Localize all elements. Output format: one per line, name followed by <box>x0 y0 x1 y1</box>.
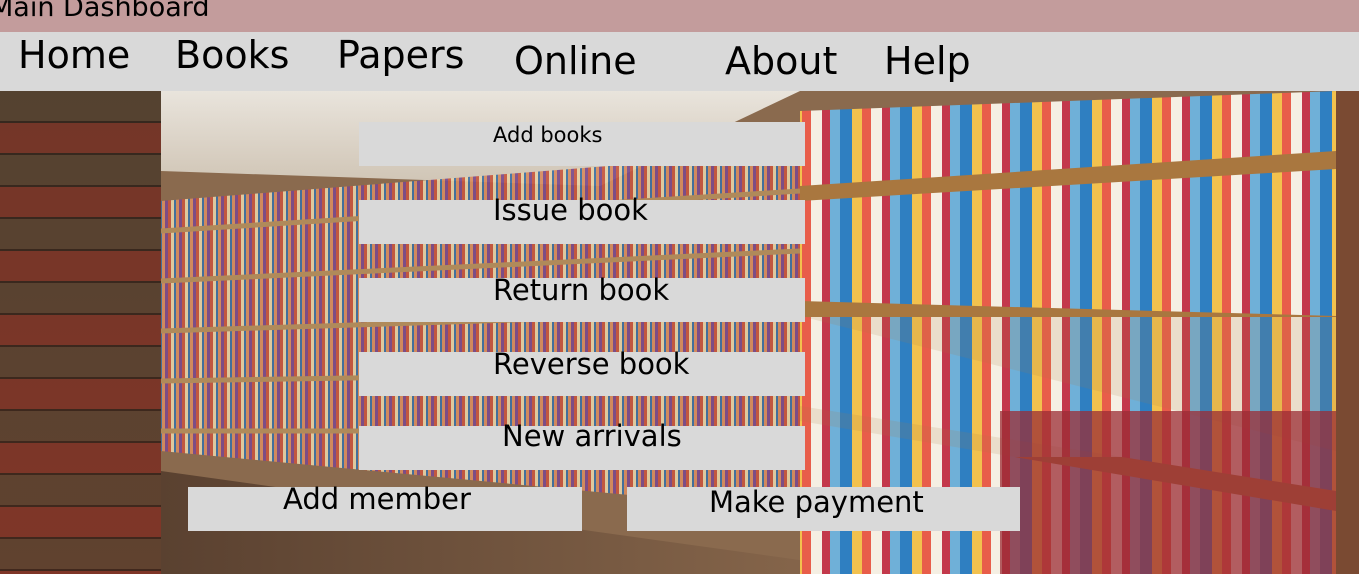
return-book-button[interactable]: Return book <box>359 273 805 322</box>
issue-book-label: Issue book <box>493 193 648 227</box>
dashboard-content: Add books Issue book Return book Reverse… <box>0 91 1359 574</box>
add-books-label: Add books <box>493 123 603 147</box>
window-title: Main Dashboard <box>0 0 210 23</box>
add-books-button[interactable]: Add books <box>359 122 805 166</box>
window-titlebar: Main Dashboard <box>0 0 1359 32</box>
nav-online[interactable]: Online <box>514 39 637 83</box>
nav-help[interactable]: Help <box>884 39 971 83</box>
nav-papers[interactable]: Papers <box>337 33 464 77</box>
return-book-label: Return book <box>493 273 670 307</box>
nav-home[interactable]: Home <box>18 33 130 77</box>
issue-book-button[interactable]: Issue book <box>359 193 805 244</box>
nav-about[interactable]: About <box>725 39 837 83</box>
new-arrivals-label: New arrivals <box>502 419 682 453</box>
new-arrivals-button[interactable]: New arrivals <box>359 419 805 470</box>
reverse-book-label: Reverse book <box>493 347 690 381</box>
main-navbar: Home Books Papers Online About Help <box>0 32 1359 91</box>
make-payment-button[interactable]: Make payment <box>627 485 1020 531</box>
add-member-label: Add member <box>283 482 471 516</box>
nav-books[interactable]: Books <box>175 33 289 77</box>
reverse-book-button[interactable]: Reverse book <box>359 347 805 396</box>
add-member-button[interactable]: Add member <box>188 482 582 531</box>
make-payment-label: Make payment <box>709 485 924 519</box>
